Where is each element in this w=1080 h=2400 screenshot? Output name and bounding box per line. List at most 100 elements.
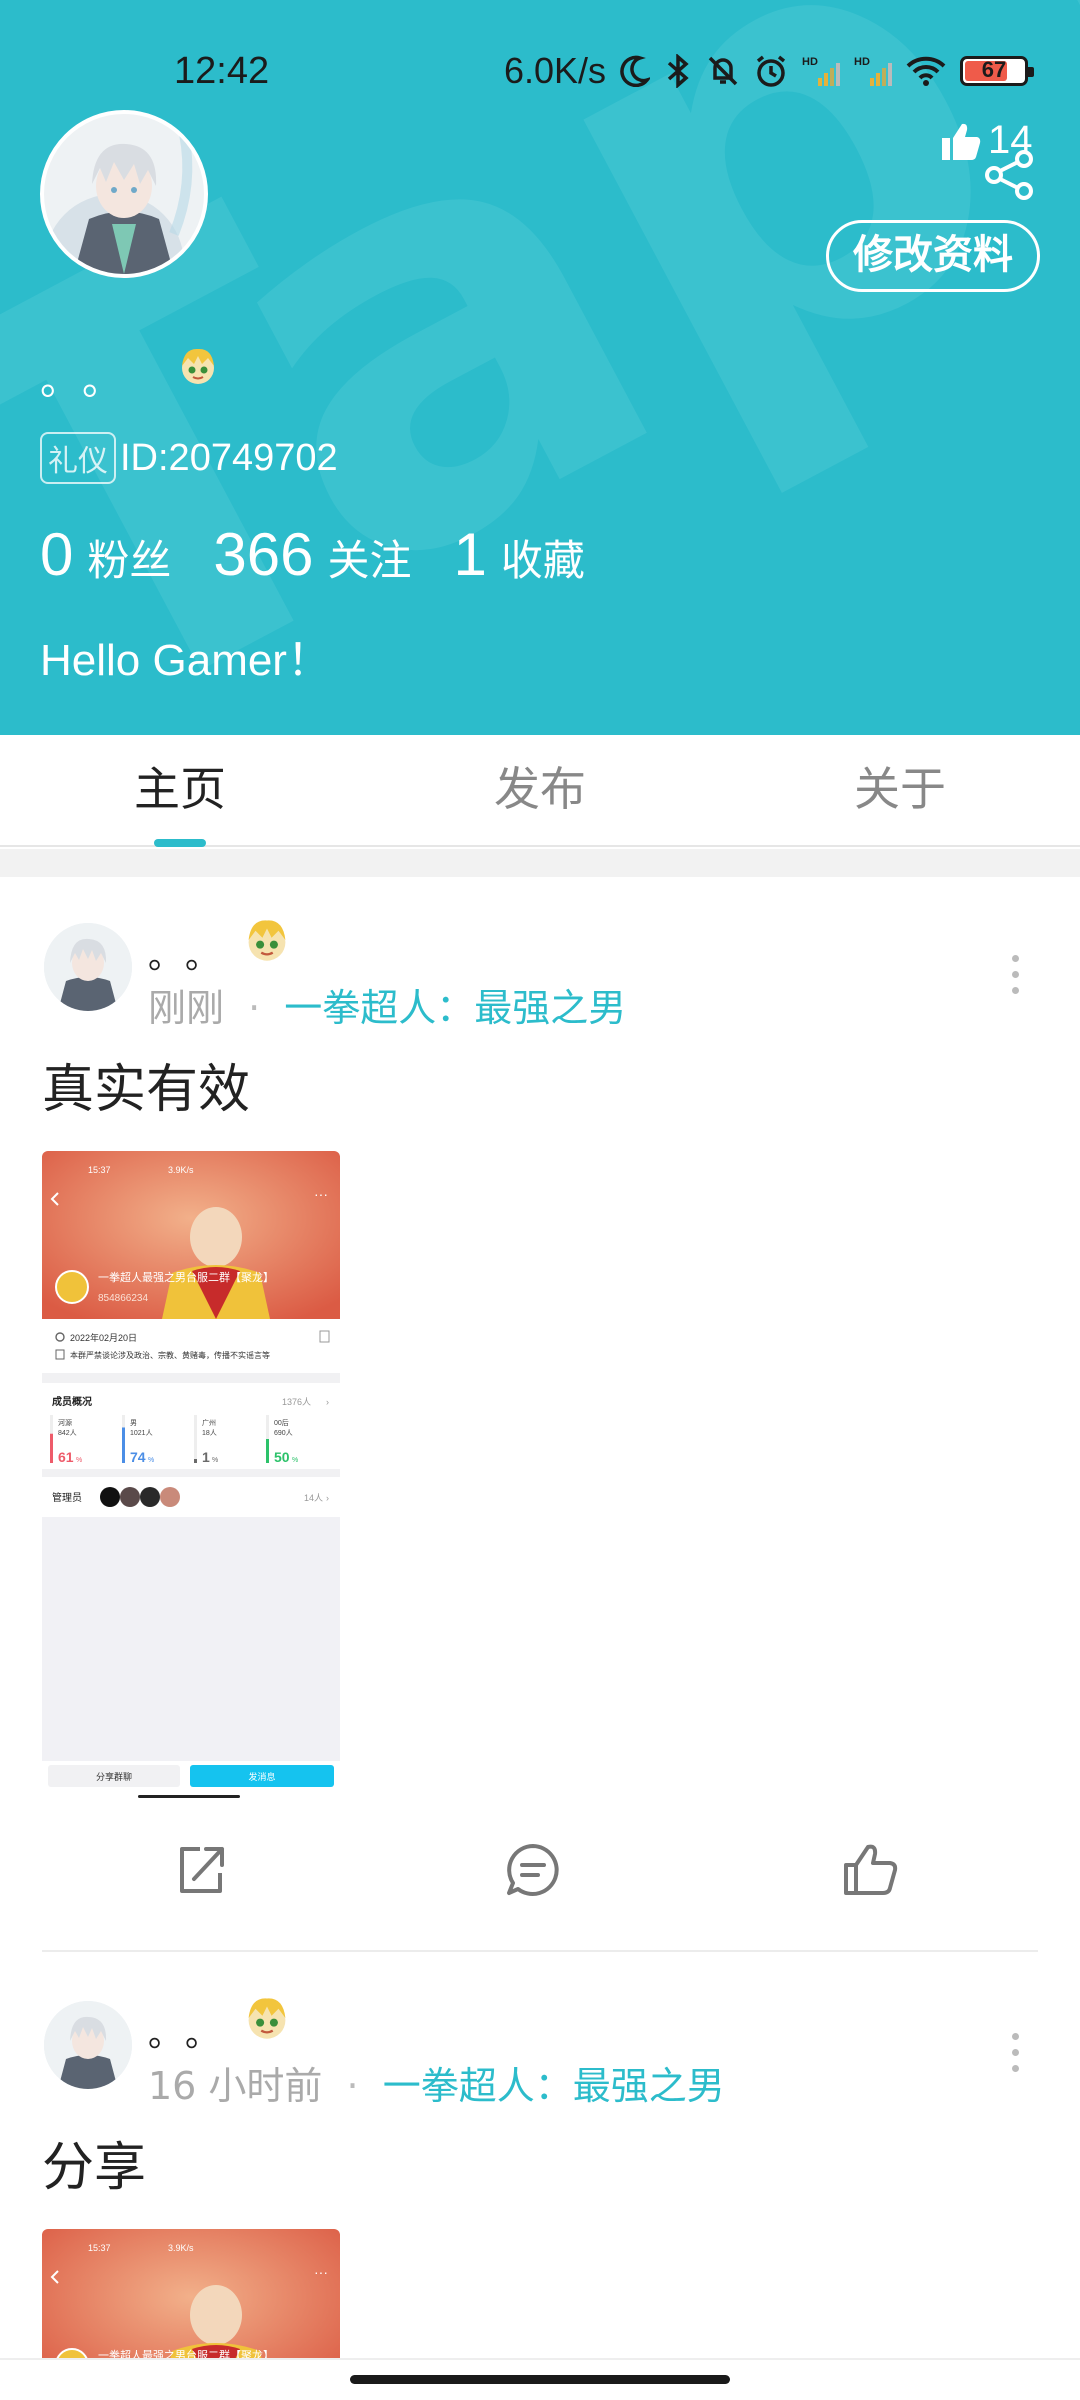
avatar-badge-icon xyxy=(182,348,214,384)
tab-about[interactable]: 关于 xyxy=(720,735,1080,845)
img-stat-pct: 1 xyxy=(202,1449,210,1465)
svg-text:···: ··· xyxy=(314,2264,328,2280)
tab-posts[interactable]: 发布 xyxy=(360,735,720,845)
status-bar: 12:42 6.0K/s HD HD 67 xyxy=(0,40,1080,110)
svg-text:HD: HD xyxy=(802,56,818,68)
share-post-icon[interactable] xyxy=(172,1841,230,1899)
profile-header: TapTap 12:42 6.0K/s HD HD 67 xyxy=(0,0,1080,735)
img-status-speed: 3.9K/s xyxy=(168,2243,194,2253)
img-stat-pct: 74 xyxy=(130,1449,146,1465)
mute-icon xyxy=(708,56,738,86)
post-divider xyxy=(42,1950,1038,1952)
comment-icon[interactable] xyxy=(504,1841,562,1899)
status-icons: 6.0K/s HD HD 67 xyxy=(504,50,1034,92)
favorites-count[interactable]: 1 xyxy=(454,520,487,589)
img-section-title: 成员概况 xyxy=(52,1395,92,1408)
tab-home-label: 主页 xyxy=(134,762,226,816)
followers-count[interactable]: 0 xyxy=(40,520,73,589)
img-stat-pct-sign: % xyxy=(212,1457,218,1464)
post-author[interactable]: 。。 xyxy=(148,2007,239,2056)
status-time: 12:42 xyxy=(174,50,270,92)
svg-text:›: › xyxy=(326,1397,329,1407)
img-group-id: 854866234 xyxy=(98,1293,148,1304)
post-image[interactable]: 15:37 3.9K/s ··· 一拳超人最强之男台服二群【聚龙】 854866… xyxy=(42,1151,340,1801)
img-stat-pct-sign: % xyxy=(148,1457,154,1464)
following-count[interactable]: 366 xyxy=(213,520,313,589)
tab-indicator xyxy=(154,839,206,847)
img-status-time: 15:37 xyxy=(88,1165,111,1175)
img-admin-count: 14人 xyxy=(304,1493,323,1503)
post-avatar[interactable] xyxy=(44,2001,132,2089)
bluetooth-icon xyxy=(667,54,689,88)
post-card[interactable]: 。。 刚刚 · 一拳超人：最强之男 真实有效 15:37 3.9K/s ··· xyxy=(0,877,1080,1957)
alarm-icon xyxy=(756,55,786,87)
post-image[interactable]: 15:37 3.9K/s ··· 一拳超人最强之男台服二群【聚龙】 xyxy=(42,2229,340,2358)
id-row: 礼仪 ID:20749702 xyxy=(40,432,338,484)
img-stat-bar xyxy=(266,1439,269,1463)
img-stat-bar xyxy=(122,1427,125,1463)
img-rule: 本群严禁谈论涉及政治、宗教、黄赌毒，传播不实谣言等 xyxy=(70,1350,270,1360)
img-stat-count: 842人 xyxy=(58,1429,77,1437)
bio: Hello Gamer！ xyxy=(40,636,331,685)
profile-tabs: 主页 发布 关于 xyxy=(0,735,1080,847)
img-status-speed: 3.9K/s xyxy=(168,1165,194,1175)
author-badge-icon xyxy=(248,1998,286,2039)
share-icon[interactable] xyxy=(984,150,1036,200)
img-stat-count: 690人 xyxy=(274,1429,293,1437)
img-stat-count: 1021人 xyxy=(130,1429,153,1437)
tab-posts-label: 发布 xyxy=(494,762,586,816)
img-group-name: 一拳超人最强之男台服二群【聚龙】 xyxy=(98,1270,274,1284)
img-stat-pct: 61 xyxy=(58,1449,74,1465)
signal-hd-icon-2: HD xyxy=(854,56,892,86)
meta-separator: · xyxy=(248,986,261,1030)
post-avatar[interactable] xyxy=(44,923,132,1011)
author-badge-icon xyxy=(248,920,286,961)
img-stat-name: 河源 xyxy=(58,1418,72,1427)
post-actions xyxy=(0,1841,1080,1941)
img-stat-name: 00后 xyxy=(274,1418,289,1427)
img-stat-track xyxy=(194,1415,197,1463)
post-author[interactable]: 。。 xyxy=(148,929,239,978)
img-group-name: 一拳超人最强之男台服二群【聚龙】 xyxy=(98,2348,274,2358)
followers-label[interactable]: 粉丝 xyxy=(87,527,171,588)
more-options-icon[interactable] xyxy=(1012,955,1020,1003)
img-share-button: 分享群聊 xyxy=(96,1771,132,1782)
post-circle-link[interactable]: 一拳超人：最强之男 xyxy=(383,2064,725,2108)
user-id: ID:20749702 xyxy=(120,436,338,479)
following-label[interactable]: 关注 xyxy=(328,527,412,588)
moon-icon xyxy=(620,55,650,87)
img-member-total: 1376人 xyxy=(282,1397,311,1407)
section-gap xyxy=(0,849,1080,877)
bottom-divider xyxy=(0,2358,1080,2360)
post-time: 刚刚 xyxy=(148,986,225,1030)
img-stat-name: 男 xyxy=(130,1419,137,1427)
post-circle-link[interactable]: 一拳超人：最强之男 xyxy=(284,986,626,1030)
etiquette-badge[interactable]: 礼仪 xyxy=(40,432,116,484)
signal-hd-icon: HD xyxy=(802,56,840,86)
img-stat-pct: 50 xyxy=(274,1449,290,1465)
svg-text:HD: HD xyxy=(854,56,870,68)
post-meta: 刚刚 · 一拳超人：最强之男 xyxy=(148,977,626,1032)
img-send-button: 发消息 xyxy=(248,1771,275,1782)
post-card-2[interactable]: 。。 16 小时前 · 一拳超人：最强之男 分享 15:37 3.9K/s ··… xyxy=(0,1955,1080,2358)
img-date: 2022年02月20日 xyxy=(70,1332,137,1343)
battery-level: 67 xyxy=(981,57,1007,82)
meta-separator: · xyxy=(346,2064,359,2108)
post-title: 真实有效 xyxy=(42,1060,251,1120)
tab-home[interactable]: 主页 xyxy=(0,735,360,847)
like-icon[interactable] xyxy=(842,1841,900,1899)
img-status-time: 15:37 xyxy=(88,2243,111,2253)
img-stat-pct-sign: % xyxy=(292,1457,298,1464)
svg-text:···: ··· xyxy=(314,1186,328,1202)
favorites-label[interactable]: 收藏 xyxy=(501,527,585,588)
edit-profile-button[interactable]: 修改资料 xyxy=(826,220,1040,292)
post-title: 分享 xyxy=(42,2138,147,2198)
home-indicator[interactable] xyxy=(350,2375,730,2384)
wifi-icon xyxy=(906,56,946,86)
username: 。。 xyxy=(40,358,144,404)
stats-row: 0 粉丝 366 关注 1 收藏 xyxy=(40,520,627,589)
profile-avatar[interactable] xyxy=(40,110,208,278)
more-options-icon[interactable] xyxy=(1012,2033,1020,2081)
post-meta: 16 小时前 · 一拳超人：最强之男 xyxy=(148,2055,725,2110)
img-stat-bar xyxy=(50,1433,53,1463)
